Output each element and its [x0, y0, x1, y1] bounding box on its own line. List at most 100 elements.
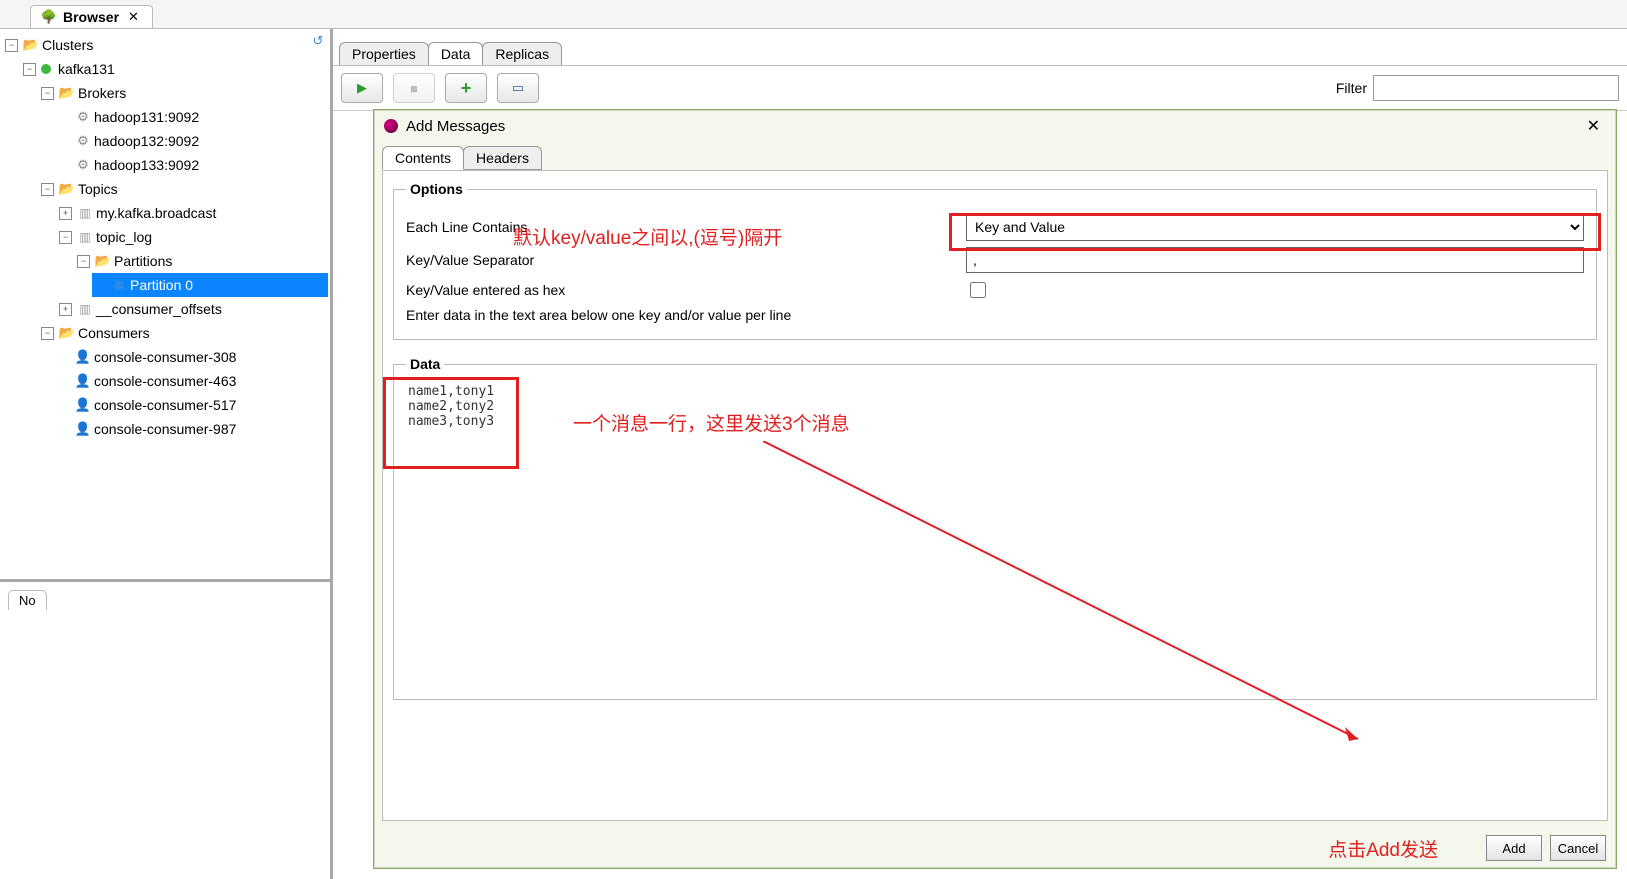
top-tab-bar: 🌳 Browser ✕ [0, 0, 1627, 29]
tree-topic-item[interactable]: + ▥__consumer_offsets [56, 297, 328, 321]
tree-label: hadoop133:9092 [94, 153, 199, 177]
tab-replicas[interactable]: Replicas [482, 42, 562, 65]
cancel-button[interactable]: Cancel [1550, 835, 1606, 861]
stop-icon: ■ [410, 81, 418, 96]
tree-consumer-item[interactable]: 👤console-consumer-517 [56, 393, 328, 417]
each-line-select[interactable]: Key and Value [966, 213, 1584, 241]
tree-label: __consumer_offsets [96, 297, 222, 321]
collapse-icon[interactable]: − [59, 231, 72, 244]
tree-topics[interactable]: −📂Topics [38, 177, 328, 201]
dialog-body: Options Each Line Contains Key and Value… [382, 170, 1608, 821]
tab-label: No [19, 593, 36, 608]
tree-partition-0[interactable]: ▦Partition 0 [92, 273, 328, 297]
tree-label: Brokers [78, 81, 126, 105]
left-pane: ↺ −📂Clusters −kafka131 −📂Brokers ⚙hadoop… [0, 29, 333, 879]
tab-label: Contents [395, 150, 451, 166]
tree-consumer-item[interactable]: 👤console-consumer-308 [56, 345, 328, 369]
hex-label: Key/Value entered as hex [406, 282, 966, 298]
view-tabs: Properties Data Replicas [333, 37, 1627, 66]
collapse-icon[interactable]: − [5, 39, 18, 52]
collapse-icon[interactable]: − [41, 327, 54, 340]
separator-input[interactable] [966, 247, 1584, 273]
tree-icon: 🌳 [41, 9, 57, 25]
topic-icon: ▥ [77, 205, 93, 221]
collapse-icon[interactable]: − [23, 63, 36, 76]
close-icon[interactable]: ✕ [125, 9, 142, 25]
annotation-add: 点击Add发送 [1328, 835, 1438, 862]
dialog-buttons: 点击Add发送 Add Cancel [374, 829, 1616, 868]
refresh-icon[interactable]: ↺ [310, 33, 326, 49]
collapse-icon[interactable]: − [41, 183, 54, 196]
separator-label: Key/Value Separator [406, 252, 966, 268]
topic-icon: ▥ [77, 229, 93, 245]
data-textarea[interactable]: name1,tony1 name2,tony2 name3,tony3 [406, 382, 1588, 686]
dialog-title: Add Messages [406, 118, 505, 135]
tree-brokers[interactable]: −📂Brokers [38, 81, 328, 105]
expand-icon[interactable]: + [59, 207, 72, 220]
right-pane: Properties Data Replicas ▶ ■ + ▭ Filter … [333, 29, 1627, 879]
tree-label: topic_log [96, 225, 152, 249]
tree-partitions[interactable]: −📂Partitions [74, 249, 328, 273]
tab-label: Data [441, 46, 471, 62]
hex-checkbox[interactable] [970, 282, 986, 298]
add-button[interactable]: + [445, 73, 487, 103]
folder-open-icon: 📂 [59, 181, 75, 197]
folder-open-icon: 📂 [59, 85, 75, 101]
tree-label: Partition 0 [130, 273, 193, 297]
filter-input[interactable] [1373, 75, 1619, 101]
tree-topic-item[interactable]: −▥topic_log [56, 225, 328, 249]
tree-label: Partitions [114, 249, 172, 273]
tree-topic-item[interactable]: + ▥my.kafka.broadcast [56, 201, 328, 225]
status-dot-icon [41, 64, 51, 74]
play-button[interactable]: ▶ [341, 73, 383, 103]
tree-broker-item[interactable]: ⚙hadoop133:9092 [56, 153, 328, 177]
hint-text: Enter data in the text area below one ke… [406, 307, 791, 323]
tree-consumer-item[interactable]: 👤console-consumer-987 [56, 417, 328, 441]
add-confirm-button[interactable]: Add [1486, 835, 1542, 861]
tree-consumer-item[interactable]: 👤console-consumer-463 [56, 369, 328, 393]
tab-contents[interactable]: Contents [382, 146, 464, 170]
data-toolbar: ▶ ■ + ▭ Filter [333, 66, 1627, 111]
tab-data[interactable]: Data [428, 42, 484, 65]
tree-consumers[interactable]: −📂Consumers [38, 321, 328, 345]
tree-label: console-consumer-987 [94, 417, 236, 441]
stop-button[interactable]: ■ [393, 73, 435, 103]
folder-open-icon: 📂 [59, 325, 75, 341]
browser-tab[interactable]: 🌳 Browser ✕ [30, 5, 153, 28]
no-detail-tab[interactable]: No [8, 590, 47, 610]
tree-label: my.kafka.broadcast [96, 201, 216, 225]
tree-cluster[interactable]: − kafka131 [20, 57, 328, 81]
view-button[interactable]: ▭ [497, 73, 539, 103]
app-icon [384, 119, 398, 133]
tree-label: console-consumer-463 [94, 369, 236, 393]
tree-label: console-consumer-308 [94, 345, 236, 369]
play-icon: ▶ [357, 80, 367, 96]
tab-headers[interactable]: Headers [463, 146, 542, 170]
dialog-titlebar: Add Messages ✕ [374, 110, 1616, 142]
tree-label: Consumers [78, 321, 150, 345]
collapse-icon[interactable]: − [77, 255, 90, 268]
browser-tab-title: Browser [63, 9, 119, 25]
close-button[interactable]: ✕ [1581, 114, 1606, 138]
tree-broker-item[interactable]: ⚙hadoop131:9092 [56, 105, 328, 129]
tab-label: Replicas [495, 46, 549, 62]
tree-broker-item[interactable]: ⚙hadoop132:9092 [56, 129, 328, 153]
options-fieldset: Options Each Line Contains Key and Value… [393, 181, 1597, 340]
tree-label: hadoop132:9092 [94, 129, 199, 153]
collapse-icon[interactable]: − [41, 87, 54, 100]
topic-icon: ▥ [77, 301, 93, 317]
tree-root-clusters[interactable]: −📂Clusters [2, 33, 328, 57]
folder-open-icon: 📂 [23, 37, 39, 53]
tree-label: Topics [78, 177, 118, 201]
cluster-tree[interactable]: −📂Clusters −kafka131 −📂Brokers ⚙hadoop13… [2, 33, 328, 441]
tree-label: kafka131 [58, 57, 115, 81]
tree-label: console-consumer-517 [94, 393, 236, 417]
gear-icon: ⚙ [75, 133, 91, 149]
expand-icon[interactable]: + [59, 303, 72, 316]
folder-open-icon: 📂 [95, 253, 111, 269]
tree-label: Clusters [42, 33, 93, 57]
no-detail-panel: No [0, 579, 330, 879]
tab-properties[interactable]: Properties [339, 42, 429, 65]
consumer-icon: 👤 [75, 349, 91, 365]
data-fieldset: Data name1,tony1 name2,tony2 name3,tony3 [393, 356, 1597, 700]
